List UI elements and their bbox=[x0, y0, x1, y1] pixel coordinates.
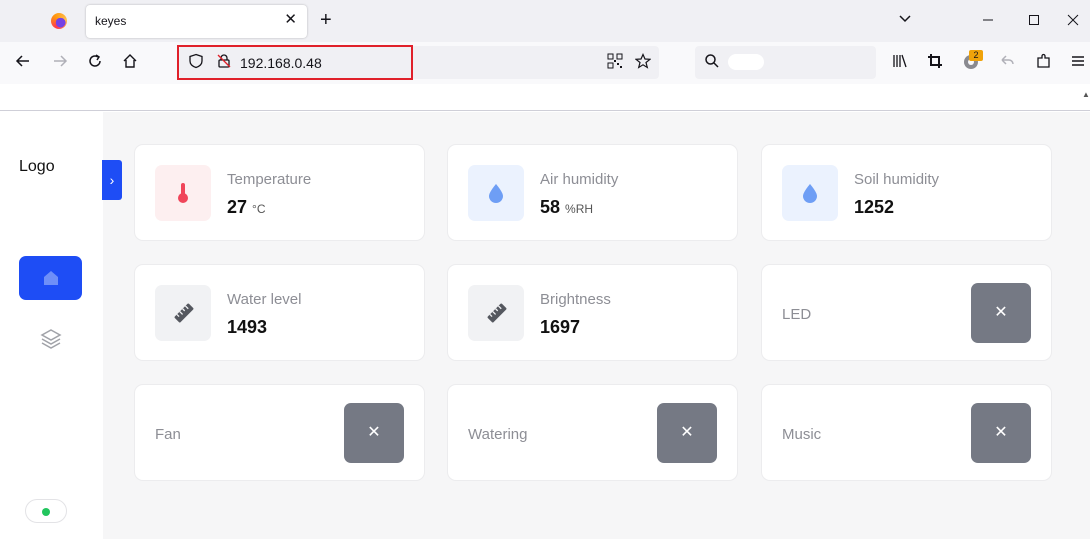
status-dot-icon bbox=[42, 508, 50, 516]
connection-status bbox=[25, 499, 67, 523]
tab-keyes[interactable]: keyes ✕ bbox=[86, 5, 307, 38]
sensor-label: Air humidity bbox=[540, 171, 619, 188]
sensor-label: Soil humidity bbox=[854, 171, 940, 188]
new-tab-button[interactable]: + bbox=[320, 10, 332, 30]
screenshot-crop-icon[interactable] bbox=[925, 53, 945, 73]
sensor-label: Temperature bbox=[227, 171, 312, 188]
sensor-value: 58 %RH bbox=[540, 197, 594, 217]
music-toggle-button[interactable]: ✕ bbox=[971, 403, 1031, 463]
maximize-icon[interactable] bbox=[1024, 11, 1044, 31]
thermometer-icon bbox=[155, 165, 211, 221]
extension-badge: 2 bbox=[969, 50, 983, 61]
sensor-value: 27 °C bbox=[227, 197, 266, 217]
sidebar-item-home[interactable] bbox=[19, 256, 82, 300]
firefox-icon[interactable] bbox=[51, 13, 67, 29]
sensor-value: 1493 bbox=[227, 317, 268, 337]
led-toggle-button[interactable]: ✕ bbox=[971, 283, 1031, 343]
sensor-card-air-humidity: Air humidity 58 %RH bbox=[447, 144, 738, 241]
forward-icon[interactable] bbox=[50, 53, 70, 73]
sensor-card-brightness: Brightness 1697 bbox=[447, 264, 738, 361]
sensor-value: 1697 bbox=[540, 317, 581, 337]
sensor-value: 1252 bbox=[854, 197, 895, 217]
menu-icon[interactable] bbox=[1068, 53, 1088, 73]
home-icon[interactable] bbox=[120, 53, 140, 73]
layers-icon bbox=[40, 329, 62, 349]
url-highlight-box bbox=[177, 45, 413, 80]
control-card-watering: Watering ✕ bbox=[447, 384, 738, 481]
library-icon[interactable] bbox=[890, 53, 910, 73]
sensor-card-water-level: Water level 1493 bbox=[134, 264, 425, 361]
control-label: LED bbox=[782, 306, 812, 323]
back-icon[interactable] bbox=[13, 53, 33, 73]
list-all-tabs-icon[interactable] bbox=[895, 11, 915, 31]
search-box[interactable] bbox=[695, 46, 876, 79]
minimize-icon[interactable] bbox=[978, 11, 998, 31]
sidebar: Logo bbox=[0, 112, 103, 539]
reload-icon[interactable] bbox=[85, 53, 105, 73]
ruler-icon bbox=[155, 285, 211, 341]
control-card-led: LED ✕ bbox=[761, 264, 1052, 361]
tab-bar: keyes ✕ + bbox=[0, 0, 1090, 42]
control-card-music: Music ✕ bbox=[761, 384, 1052, 481]
page-header-strip bbox=[0, 84, 1090, 111]
control-label: Fan bbox=[155, 426, 181, 443]
sensor-unit: °C bbox=[252, 202, 266, 216]
tab-title: keyes bbox=[95, 14, 127, 28]
sidebar-item-layers[interactable] bbox=[40, 328, 62, 350]
droplet-icon bbox=[468, 165, 524, 221]
window-close-icon[interactable] bbox=[1063, 11, 1083, 31]
navigation-toolbar: 192.168.0.48 2 bbox=[0, 42, 1090, 84]
sensor-card-temperature: Temperature 27 °C bbox=[134, 144, 425, 241]
extensions-puzzle-icon[interactable] bbox=[1034, 53, 1054, 73]
sensor-card-soil-humidity: Soil humidity 1252 bbox=[761, 144, 1052, 241]
scroll-up-arrow-icon[interactable]: ▲ bbox=[1082, 90, 1090, 100]
search-engine-blur bbox=[728, 54, 764, 70]
ruler-icon bbox=[468, 285, 524, 341]
fan-toggle-button[interactable]: ✕ bbox=[344, 403, 404, 463]
qr-code-icon[interactable] bbox=[605, 53, 625, 73]
undo-icon[interactable] bbox=[997, 53, 1017, 73]
logo: Logo bbox=[19, 158, 55, 175]
sidebar-toggle-button[interactable]: › bbox=[102, 160, 122, 200]
control-label: Watering bbox=[468, 426, 528, 443]
droplet-icon bbox=[782, 165, 838, 221]
bookmark-star-icon[interactable] bbox=[633, 53, 653, 73]
watering-toggle-button[interactable]: ✕ bbox=[657, 403, 717, 463]
sensor-label: Brightness bbox=[540, 291, 611, 308]
home-icon bbox=[44, 271, 58, 285]
tab-close-icon[interactable]: ✕ bbox=[284, 12, 297, 28]
search-icon bbox=[702, 53, 722, 73]
control-label: Music bbox=[782, 426, 822, 443]
sensor-label: Water level bbox=[227, 291, 302, 308]
sensor-unit: %RH bbox=[565, 202, 594, 216]
control-card-fan: Fan ✕ bbox=[134, 384, 425, 481]
dashboard-page: Logo › Temperature 27 °C Air humidity 58… bbox=[0, 112, 1090, 539]
